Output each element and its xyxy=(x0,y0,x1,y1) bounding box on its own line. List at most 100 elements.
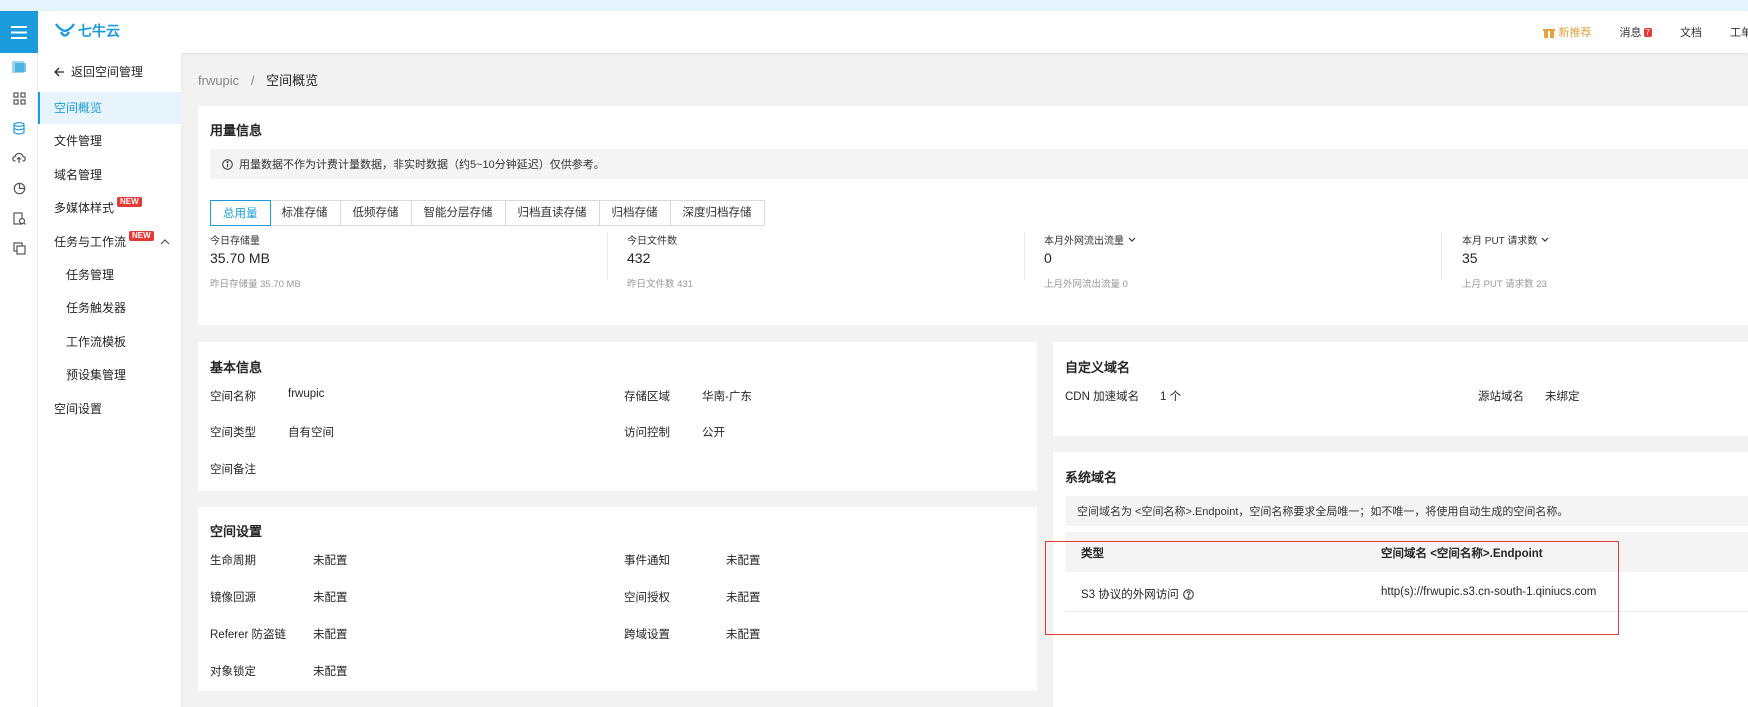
cdn-domain-label: CDN 加速域名 xyxy=(1065,391,1140,403)
cloud-upload-icon[interactable] xyxy=(11,150,27,166)
sidebar-item-label: 工作流模板 xyxy=(66,335,127,349)
stat-divider xyxy=(1441,232,1442,280)
stat-file-count: 今日文件数 432 昨日文件数 431 xyxy=(627,232,693,290)
stat-prev: 昨日存储量 35.70 MB xyxy=(210,279,301,290)
sidebar-item-task-management[interactable]: 任务管理 xyxy=(38,259,182,291)
stat-prev: 昨日文件数 431 xyxy=(627,279,693,290)
stat-storage: 今日存储量 35.70 MB 昨日存储量 35.70 MB xyxy=(210,232,301,290)
qiniu-logo[interactable]: 七牛云 xyxy=(54,21,120,41)
tab-deep-archive[interactable]: 深度归档存储 xyxy=(671,201,764,225)
sidebar-item-label: 任务触发器 xyxy=(66,301,127,315)
system-domain-notice-text: 空间域名为 <空间名称>.Endpoint，空间名称要求全局唯一；如不唯一，将使… xyxy=(1077,506,1569,518)
tab-infrequent[interactable]: 低频存储 xyxy=(341,201,412,225)
stat-label: 今日文件数 xyxy=(627,236,677,247)
breadcrumb-separator: / xyxy=(250,73,255,88)
bucket-name-value: frwupic xyxy=(288,388,325,400)
bucket-name-label: 空间名称 xyxy=(210,391,256,403)
bucket-sidebar: 返回空间管理 空间概览 文件管理 域名管理 多媒体样式 NEW 任务与工作流 N… xyxy=(38,53,182,707)
stat-put-requests: 本月 PUT 请求数 35 上月 PUT 请求数 23 xyxy=(1462,232,1549,290)
basic-info-title: 基本信息 xyxy=(210,360,263,375)
custom-domain-title: 自定义域名 xyxy=(1065,360,1131,375)
tab-archive[interactable]: 归档存储 xyxy=(600,201,671,225)
cors-label: 跨域设置 xyxy=(624,629,670,641)
stat-label-dropdown[interactable]: 本月 PUT 请求数 xyxy=(1462,232,1549,247)
basic-info-card: 基本信息 空间名称 frwupic 存储区域 华南-广东 空间类型 自有空间 访… xyxy=(198,342,1037,491)
bucket-remark-label: 空间备注 xyxy=(210,464,256,476)
highlight-box xyxy=(1045,541,1619,635)
docs-label: 文档 xyxy=(1680,27,1702,39)
lifecycle-value[interactable]: 未配置 xyxy=(313,552,348,568)
tab-archive-ir[interactable]: 归档直读存储 xyxy=(506,201,600,225)
sidebar-item-media-styles[interactable]: 多媒体样式 NEW xyxy=(38,192,182,224)
sidebar-item-bucket-settings[interactable]: 空间设置 xyxy=(38,393,182,425)
apps-grid-icon[interactable] xyxy=(11,90,27,106)
menu-button[interactable] xyxy=(0,11,38,53)
workorder-label: 工单 xyxy=(1730,27,1748,39)
tab-total[interactable]: 总用量 xyxy=(210,200,271,226)
pie-chart-icon[interactable] xyxy=(11,180,27,196)
stat-value: 432 xyxy=(627,250,651,266)
referer-label: Referer 防盗链 xyxy=(210,629,287,641)
cdn-domain-value[interactable]: 1 个 xyxy=(1160,388,1181,404)
new-recommend-link[interactable]: 新推荐 xyxy=(1542,24,1592,40)
mirror-origin-value[interactable]: 未配置 xyxy=(313,589,348,605)
sidebar-item-domains[interactable]: 域名管理 xyxy=(38,159,182,191)
messages-badge: 7 xyxy=(1643,27,1652,37)
sidebar-item-label: 文件管理 xyxy=(54,134,103,148)
back-label: 返回空间管理 xyxy=(71,65,144,79)
sidebar-item-workflow-templates[interactable]: 工作流模板 xyxy=(38,326,182,358)
referer-value[interactable]: 未配置 xyxy=(313,626,348,642)
tab-intelligent-tiering[interactable]: 智能分层存储 xyxy=(412,201,506,225)
sidebar-item-overview[interactable]: 空间概览 xyxy=(38,92,182,124)
event-notify-label: 事件通知 xyxy=(624,555,670,567)
icon-rail xyxy=(0,53,38,707)
sidebar-item-task-triggers[interactable]: 任务触发器 xyxy=(38,292,182,324)
stat-label-dropdown[interactable]: 本月外网流出流量 xyxy=(1044,232,1136,247)
space-settings-card: 空间设置 生命周期 未配置 事件通知 未配置 镜像回源 未配置 空间授权 未配置… xyxy=(198,507,1037,691)
storage-class-tabs: 总用量 标准存储 低频存储 智能分层存储 归档直读存储 归档存储 深度归档存储 xyxy=(210,200,765,226)
new-tag: NEW xyxy=(117,197,142,207)
chevron-down-icon xyxy=(1541,237,1549,242)
stat-divider xyxy=(1024,232,1025,280)
space-auth-label: 空间授权 xyxy=(624,592,670,604)
space-auth-value[interactable]: 未配置 xyxy=(726,589,761,605)
sidebar-item-label: 多媒体样式 xyxy=(54,201,115,215)
object-lock-value[interactable]: 未配置 xyxy=(313,663,348,679)
logo-text: 七牛云 xyxy=(78,23,120,39)
stat-prev: 上月 PUT 请求数 23 xyxy=(1462,279,1547,290)
docs-link[interactable]: 文档 xyxy=(1680,24,1702,40)
file-search-icon[interactable] xyxy=(11,210,27,226)
usage-card: 用量信息 用量数据不作为计费计量数据，非实时数据（约5~10分钟延迟）仅供参考。… xyxy=(198,106,1748,325)
breadcrumb-bucket[interactable]: frwupic xyxy=(198,73,239,88)
messages-link[interactable]: 消息 7 xyxy=(1620,24,1652,40)
stat-prev: 上月外网流出流量 0 xyxy=(1044,279,1128,290)
sidebar-item-files[interactable]: 文件管理 xyxy=(38,125,182,157)
sidebar-item-presets[interactable]: 预设集管理 xyxy=(38,359,182,391)
cors-value[interactable]: 未配置 xyxy=(726,626,761,642)
qiniu-logo-icon xyxy=(55,23,75,37)
new-tag: NEW xyxy=(129,231,154,241)
workorder-link[interactable]: 工单 xyxy=(1730,24,1748,40)
product-overview-icon[interactable] xyxy=(11,59,27,75)
custom-domain-card: 自定义域名 CDN 加速域名 1 个 源站域名 未绑定 xyxy=(1053,342,1748,436)
event-notify-value[interactable]: 未配置 xyxy=(726,552,761,568)
sidebar-item-tasks-workflows[interactable]: 任务与工作流 NEW xyxy=(38,226,182,258)
usage-title: 用量信息 xyxy=(210,123,263,138)
sidebar-item-label: 空间概览 xyxy=(54,101,103,115)
messages-label: 消息 xyxy=(1619,27,1642,39)
origin-domain-value: 未绑定 xyxy=(1545,391,1580,403)
info-icon xyxy=(222,158,233,170)
stat-label-text: 本月外网流出流量 xyxy=(1044,236,1124,247)
storage-database-icon[interactable] xyxy=(11,120,27,136)
tab-standard[interactable]: 标准存储 xyxy=(270,201,341,225)
back-to-bucket-list[interactable]: 返回空间管理 xyxy=(54,63,143,80)
sidebar-item-label: 空间设置 xyxy=(54,402,103,416)
access-control-label: 访问控制 xyxy=(624,427,670,439)
stat-label-text: 本月 PUT 请求数 xyxy=(1462,236,1538,247)
chevron-down-icon xyxy=(1128,237,1136,242)
copy-docs-icon[interactable] xyxy=(11,240,27,256)
stat-value: 35 xyxy=(1462,250,1478,266)
bucket-type-label: 空间类型 xyxy=(210,427,256,439)
stat-divider xyxy=(607,232,608,280)
lifecycle-label: 生命周期 xyxy=(210,555,256,567)
